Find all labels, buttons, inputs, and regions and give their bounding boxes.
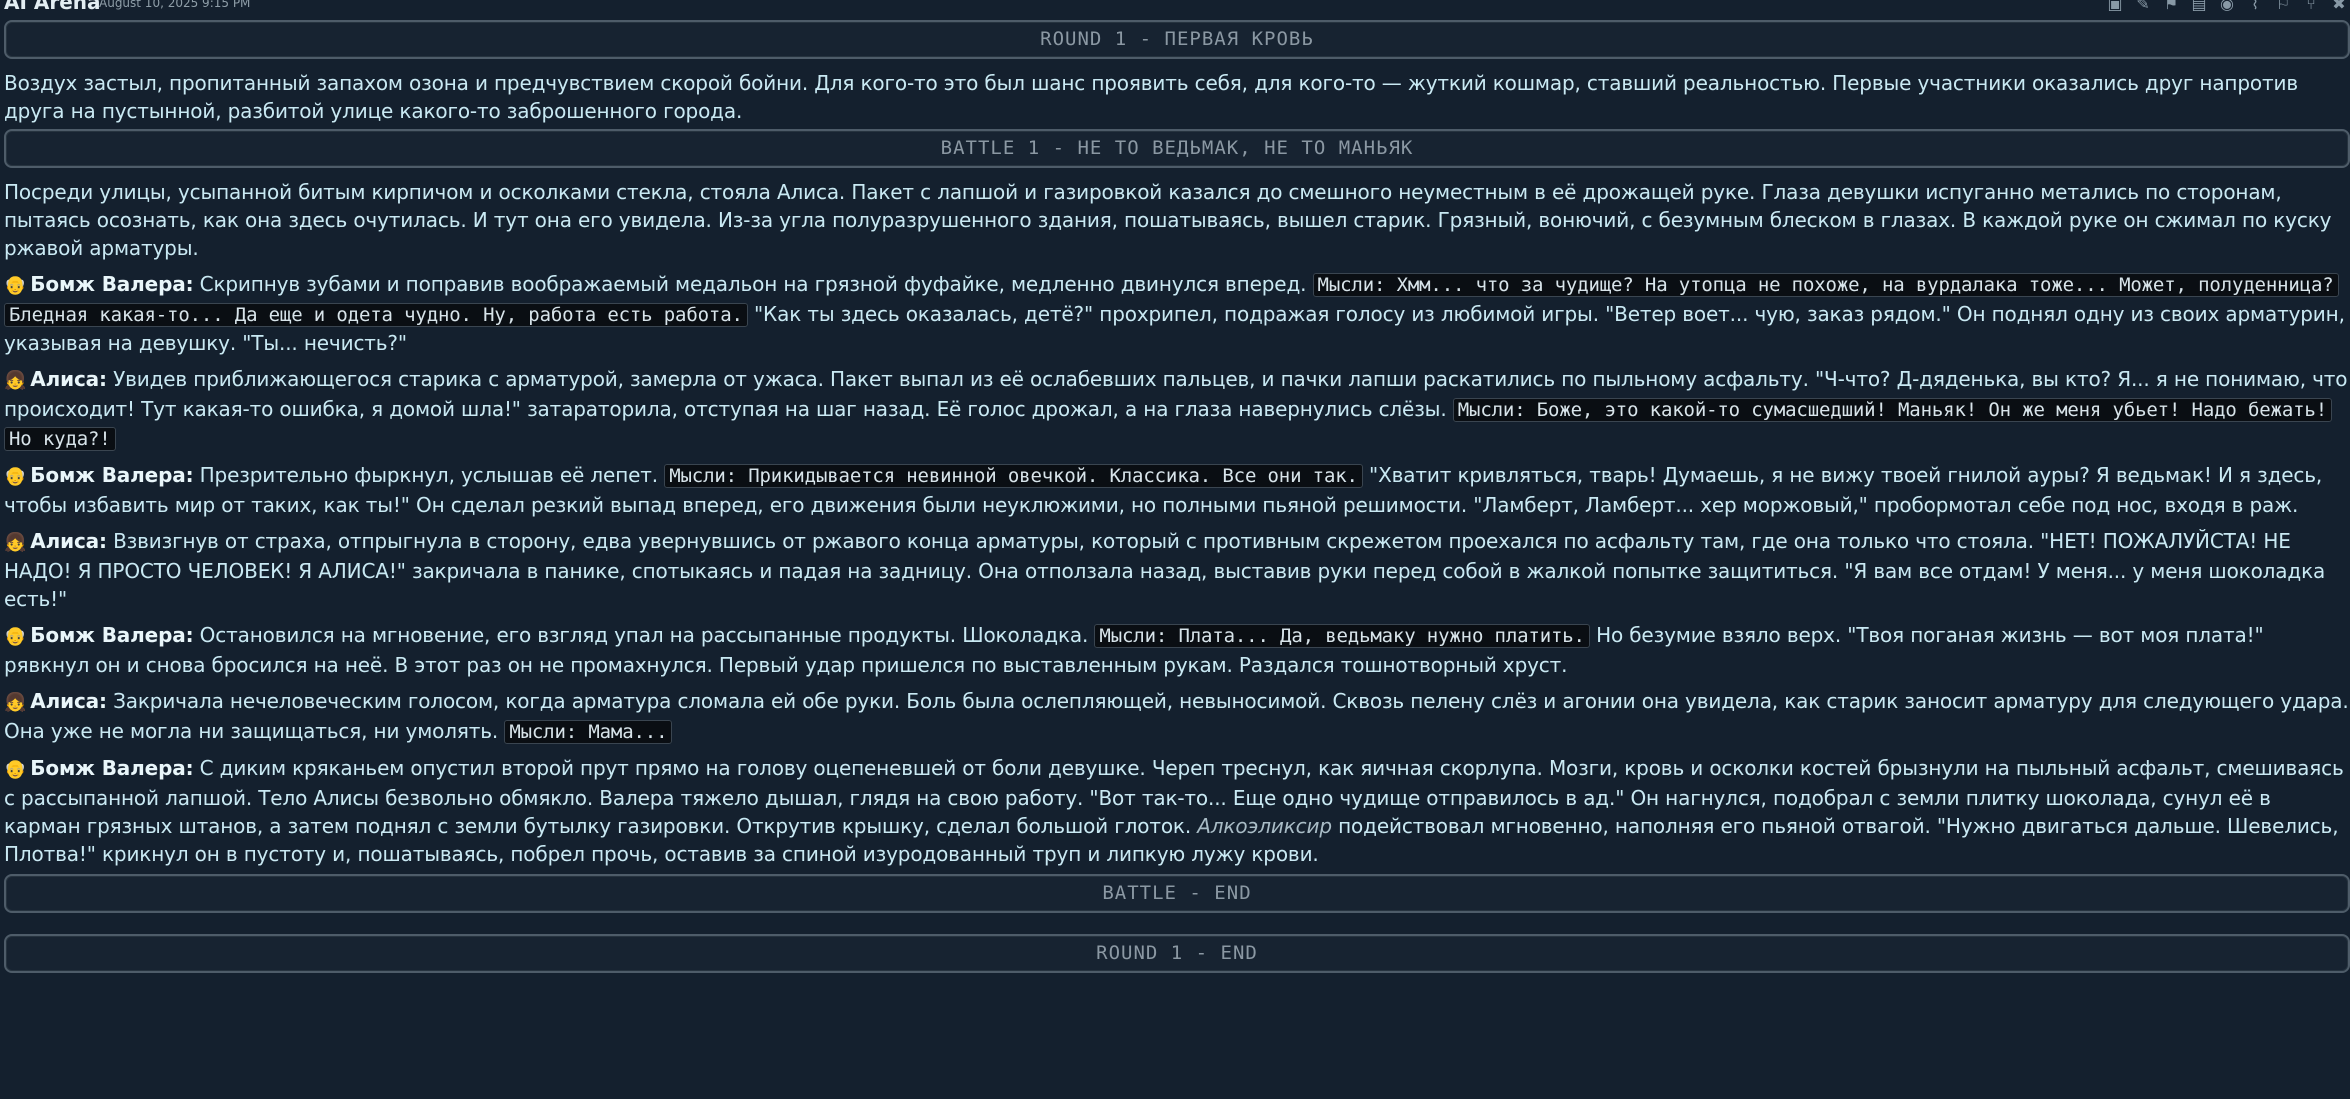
turn-paragraph: 👧 Алиса: Взвизгнув от страха, отпрыгнула …: [4, 527, 2350, 613]
turn-paragraph: 👧 Алиса: Закричала нечеловеческим голосом…: [4, 687, 2350, 746]
pencil-icon[interactable]: ✎: [2132, 0, 2154, 13]
thought-code: Мысли: Мама...: [504, 720, 673, 744]
battle-start-banner: BATTLE 1 - НЕ ТО ВЕДЬМАК, НЕ ТО МАНЬЯК: [4, 129, 2350, 168]
speaker-name: Алиса:: [30, 367, 107, 391]
speaker-name: Бомж Валера:: [30, 272, 194, 296]
thought-code: Мысли: Плата... Да, ведьмаку нужно плати…: [1094, 624, 1590, 648]
speaker-name: Алиса:: [30, 529, 107, 553]
girl-avatar-icon: 👧: [4, 370, 27, 391]
turn-paragraph: 👴 Бомж Валера: Остановился на мгновение, …: [4, 621, 2350, 679]
bookmark-icon[interactable]: ⚑: [2160, 0, 2182, 13]
narration-text: Закричала нечеловеческим голосом, когда …: [4, 689, 2349, 743]
message-toolbar: ▣ ✎ ⚑ ▤ ◉ ⌇ ⚐ ⑂ ✖: [2104, 0, 2350, 13]
scene-paragraph: Посреди улицы, усыпанной битым кирпичом …: [4, 180, 2332, 260]
narration-text: Скрипнув зубами и поправив воображаемый …: [193, 272, 1313, 296]
turn-paragraph: 👴 Бомж Валера: Презрительно фыркнул, услы…: [4, 461, 2350, 519]
speaker-name: Бомж Валера:: [30, 463, 194, 487]
battle-end-banner: BATTLE - END: [4, 874, 2350, 913]
narration-text: Взвизгнув от страха, отпрыгнула в сторон…: [4, 529, 2326, 611]
paperclip-icon[interactable]: ⌇: [2244, 0, 2266, 13]
narration-text: Презрительно фыркнул, услышав её лепет.: [193, 463, 665, 487]
branch-icon[interactable]: ⑂: [2300, 0, 2322, 13]
round-end-banner: ROUND 1 - END: [4, 934, 2350, 973]
girl-avatar-icon: 👧: [4, 692, 27, 713]
turn-paragraph: 👧 Алиса: Увидев приближающегося старика с…: [4, 365, 2350, 453]
turn-paragraph: 👴 Бомж Валера: С диким кряканьем опустил …: [4, 754, 2350, 868]
save-icon[interactable]: ▤: [2188, 0, 2210, 13]
timestamp: August 10, 2025 9:15 PM: [99, 0, 251, 10]
old-man-avatar-icon: 👴: [4, 759, 27, 780]
message-header: AI Arena August 10, 2025 9:15 PM ▣ ✎ ⚑ ▤…: [0, 0, 2350, 18]
app-name: AI Arena: [4, 0, 101, 14]
message-body: ROUND 1 - ПЕРВАЯ КРОВЬ Воздух застыл, пр…: [4, 20, 2350, 973]
old-man-avatar-icon: 👴: [4, 275, 27, 296]
intro-paragraph: Воздух застыл, пропитанный запахом озона…: [4, 71, 2298, 123]
speaker-name: Бомж Валера:: [30, 756, 194, 780]
italic-term: Алкоэликсир: [1197, 814, 1332, 838]
girl-avatar-icon: 👧: [4, 532, 27, 553]
image-icon[interactable]: ▣: [2104, 0, 2126, 13]
eye-icon[interactable]: ◉: [2216, 0, 2238, 13]
round-start-banner: ROUND 1 - ПЕРВАЯ КРОВЬ: [4, 20, 2350, 59]
old-man-avatar-icon: 👴: [4, 626, 27, 647]
speaker-name: Алиса:: [30, 689, 107, 713]
turn-paragraph: 👴 Бомж Валера: Скрипнув зубами и поправив…: [4, 270, 2350, 357]
narration-text: Остановился на мгновение, его взгляд упа…: [193, 623, 1095, 647]
speaker-name: Бомж Валера:: [30, 623, 194, 647]
thought-code: Мысли: Прикидывается невинной овечкой. К…: [664, 464, 1363, 488]
delete-icon[interactable]: ✖: [2328, 0, 2350, 13]
flag-icon[interactable]: ⚐: [2272, 0, 2294, 13]
old-man-avatar-icon: 👴: [4, 466, 27, 487]
